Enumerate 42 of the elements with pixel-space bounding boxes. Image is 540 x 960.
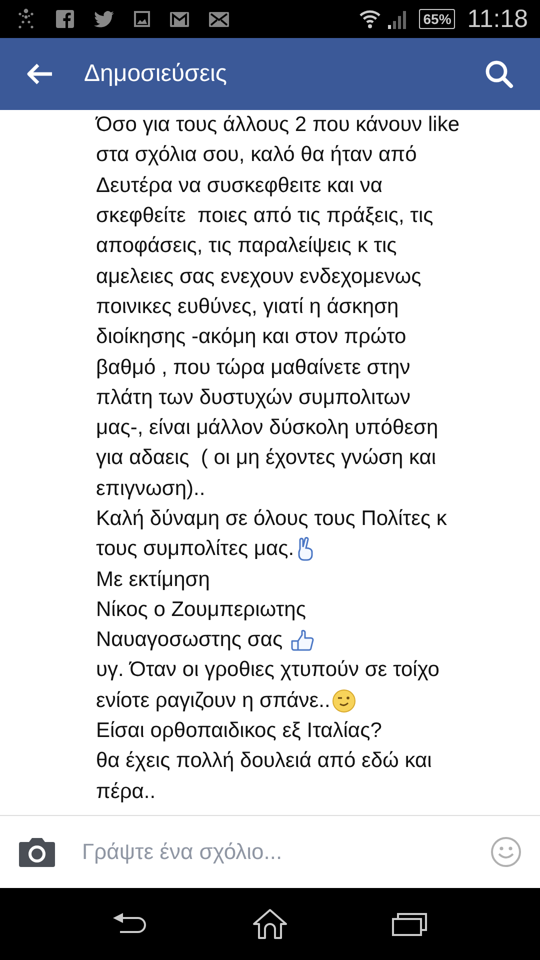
comment-text: στα σχόλια σου, καλό θα ήταν από xyxy=(96,143,417,168)
comment-text: Με εκτίμηση xyxy=(96,568,210,592)
victory-hand-icon xyxy=(296,537,314,562)
comment-text: ποινικες ευθύνες, γιατί η άσκηση xyxy=(96,294,399,319)
clock-time: 11:18 xyxy=(467,4,528,34)
comment-text: αποφάσεις, τις παραλείψεις κ τις xyxy=(96,234,397,258)
comment-text: Καλή δύναμη σε όλους τους Πολίτες κ xyxy=(96,507,447,531)
comment-text: υγ. Όταν οι γροθιες χτυπούν σε τοίχο xyxy=(96,658,440,682)
comment-text: πέρα.. xyxy=(96,780,156,804)
comment-text: επιγνωση).. xyxy=(96,476,206,501)
image-icon xyxy=(134,11,150,27)
comment-input-field[interactable]: Γράψτε ένα σχόλιο... xyxy=(82,835,464,869)
comment-text: Δευτέρα να συσκεφθειτε και να xyxy=(96,174,383,198)
search-icon[interactable] xyxy=(484,59,514,89)
comment-text: Όσο για τους άλλους 2 που κάνουν like xyxy=(96,113,460,138)
comment-text: μας-, είναι μάλλον δύσκολη υπόθεση xyxy=(96,416,438,440)
comment-text: αμελειες σας ενεχουν ενδεχομενως xyxy=(96,264,422,289)
wifi-icon xyxy=(359,9,382,29)
comment-text: σκεφθείτε ποιες από τις πράξεις, τις xyxy=(96,204,434,228)
comment-text: διοίκησης -ακόμη και στον πρώτο xyxy=(96,325,406,350)
winking-face-icon xyxy=(332,688,356,713)
comment-text: Είσαι ορθοπαιδικος εξ Ιταλίας? xyxy=(96,719,382,744)
thumbs-up-icon xyxy=(290,629,314,652)
comment-text: πλάτη των δυστυχών συμπολιτων xyxy=(96,386,411,410)
recent-apps-icon[interactable] xyxy=(392,911,428,937)
mail-m-icon xyxy=(170,12,189,26)
bird-icon xyxy=(94,10,114,28)
camera-icon[interactable] xyxy=(18,836,56,868)
comment-text: τους συμπολίτες μας. xyxy=(96,537,294,562)
home-icon[interactable] xyxy=(252,908,288,940)
figure-icon xyxy=(16,8,36,30)
back-arrow-icon[interactable] xyxy=(26,62,54,86)
facebook-icon xyxy=(56,10,74,28)
comment-text: Νίκος ο Ζουμπεριωτης xyxy=(96,598,306,622)
comment-text: ενίοτε ραγιζουν η σπάνε.. xyxy=(96,688,330,713)
comment-text: θα έχεις πολλή δουλειά από εδώ και xyxy=(96,749,432,774)
battery-indicator: 65% xyxy=(419,9,456,29)
envelope-icon xyxy=(209,12,229,26)
comment-text: βαθμό , που τώρα μαθαίνετε στην xyxy=(96,356,410,380)
comment-text: για αδαεις ( οι μη έχοντες γνώση και xyxy=(96,446,436,470)
header-title: Δημοσιεύσεις xyxy=(84,60,228,88)
comment-text: Ναυαγοσωστης σας xyxy=(96,628,284,652)
